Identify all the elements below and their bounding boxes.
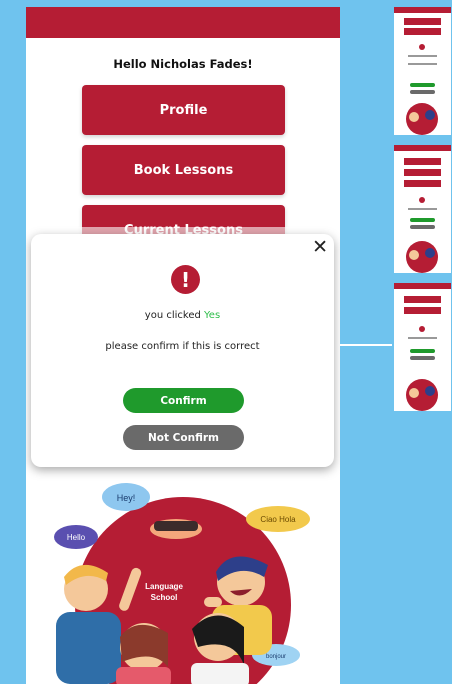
- thumbnail-1-preview: [394, 7, 451, 135]
- thumbnail-2[interactable]: [394, 145, 451, 273]
- alert-icon: !: [171, 265, 200, 294]
- top-bar: [26, 7, 340, 38]
- sign-text-1: Language: [145, 582, 183, 591]
- clicked-value: Yes: [204, 310, 221, 321]
- thumbnail-2-preview: [394, 145, 451, 273]
- sign-text-2: School: [151, 593, 178, 602]
- bubble-top-right-text: Ciao Hola: [260, 515, 296, 524]
- greeting-text: Hello Nicholas Fades!: [113, 57, 253, 71]
- bubble-bottom-right-text: bonjour: [266, 654, 286, 660]
- speech-bubble-hey: Hey!: [102, 483, 150, 511]
- close-icon[interactable]: ✕: [312, 238, 328, 257]
- speech-bubble-top-right: Ciao Hola: [246, 506, 310, 532]
- clicked-text: you clicked Yes: [31, 310, 334, 321]
- thumbnail-1[interactable]: [394, 7, 451, 135]
- not-confirm-button[interactable]: Not Confirm: [123, 425, 244, 450]
- confirmation-modal: ✕ ! you clicked Yes please confirm if th…: [31, 234, 334, 467]
- connector-line: [340, 344, 392, 346]
- thumbnail-3-preview: [394, 283, 451, 411]
- illustration-svg: Hey! Hello Ciao Hola bonjour Language Sc…: [54, 483, 310, 684]
- speech-bubble-hello: Hello: [54, 525, 98, 549]
- confirm-message: please confirm if this is correct: [105, 341, 260, 352]
- bubble-hello-text: Hello: [67, 533, 86, 542]
- clicked-prefix: you clicked: [144, 310, 201, 321]
- phone-screen: Hello Nicholas Fades! Profile Book Lesso…: [26, 7, 340, 684]
- profile-button[interactable]: Profile: [82, 85, 285, 135]
- thumbnail-3[interactable]: [394, 283, 451, 411]
- book-lessons-button[interactable]: Book Lessons: [82, 145, 285, 195]
- bubble-hey-text: Hey!: [117, 493, 136, 503]
- language-school-illustration: Hey! Hello Ciao Hola bonjour Language Sc…: [26, 477, 340, 684]
- confirm-button[interactable]: Confirm: [123, 388, 244, 413]
